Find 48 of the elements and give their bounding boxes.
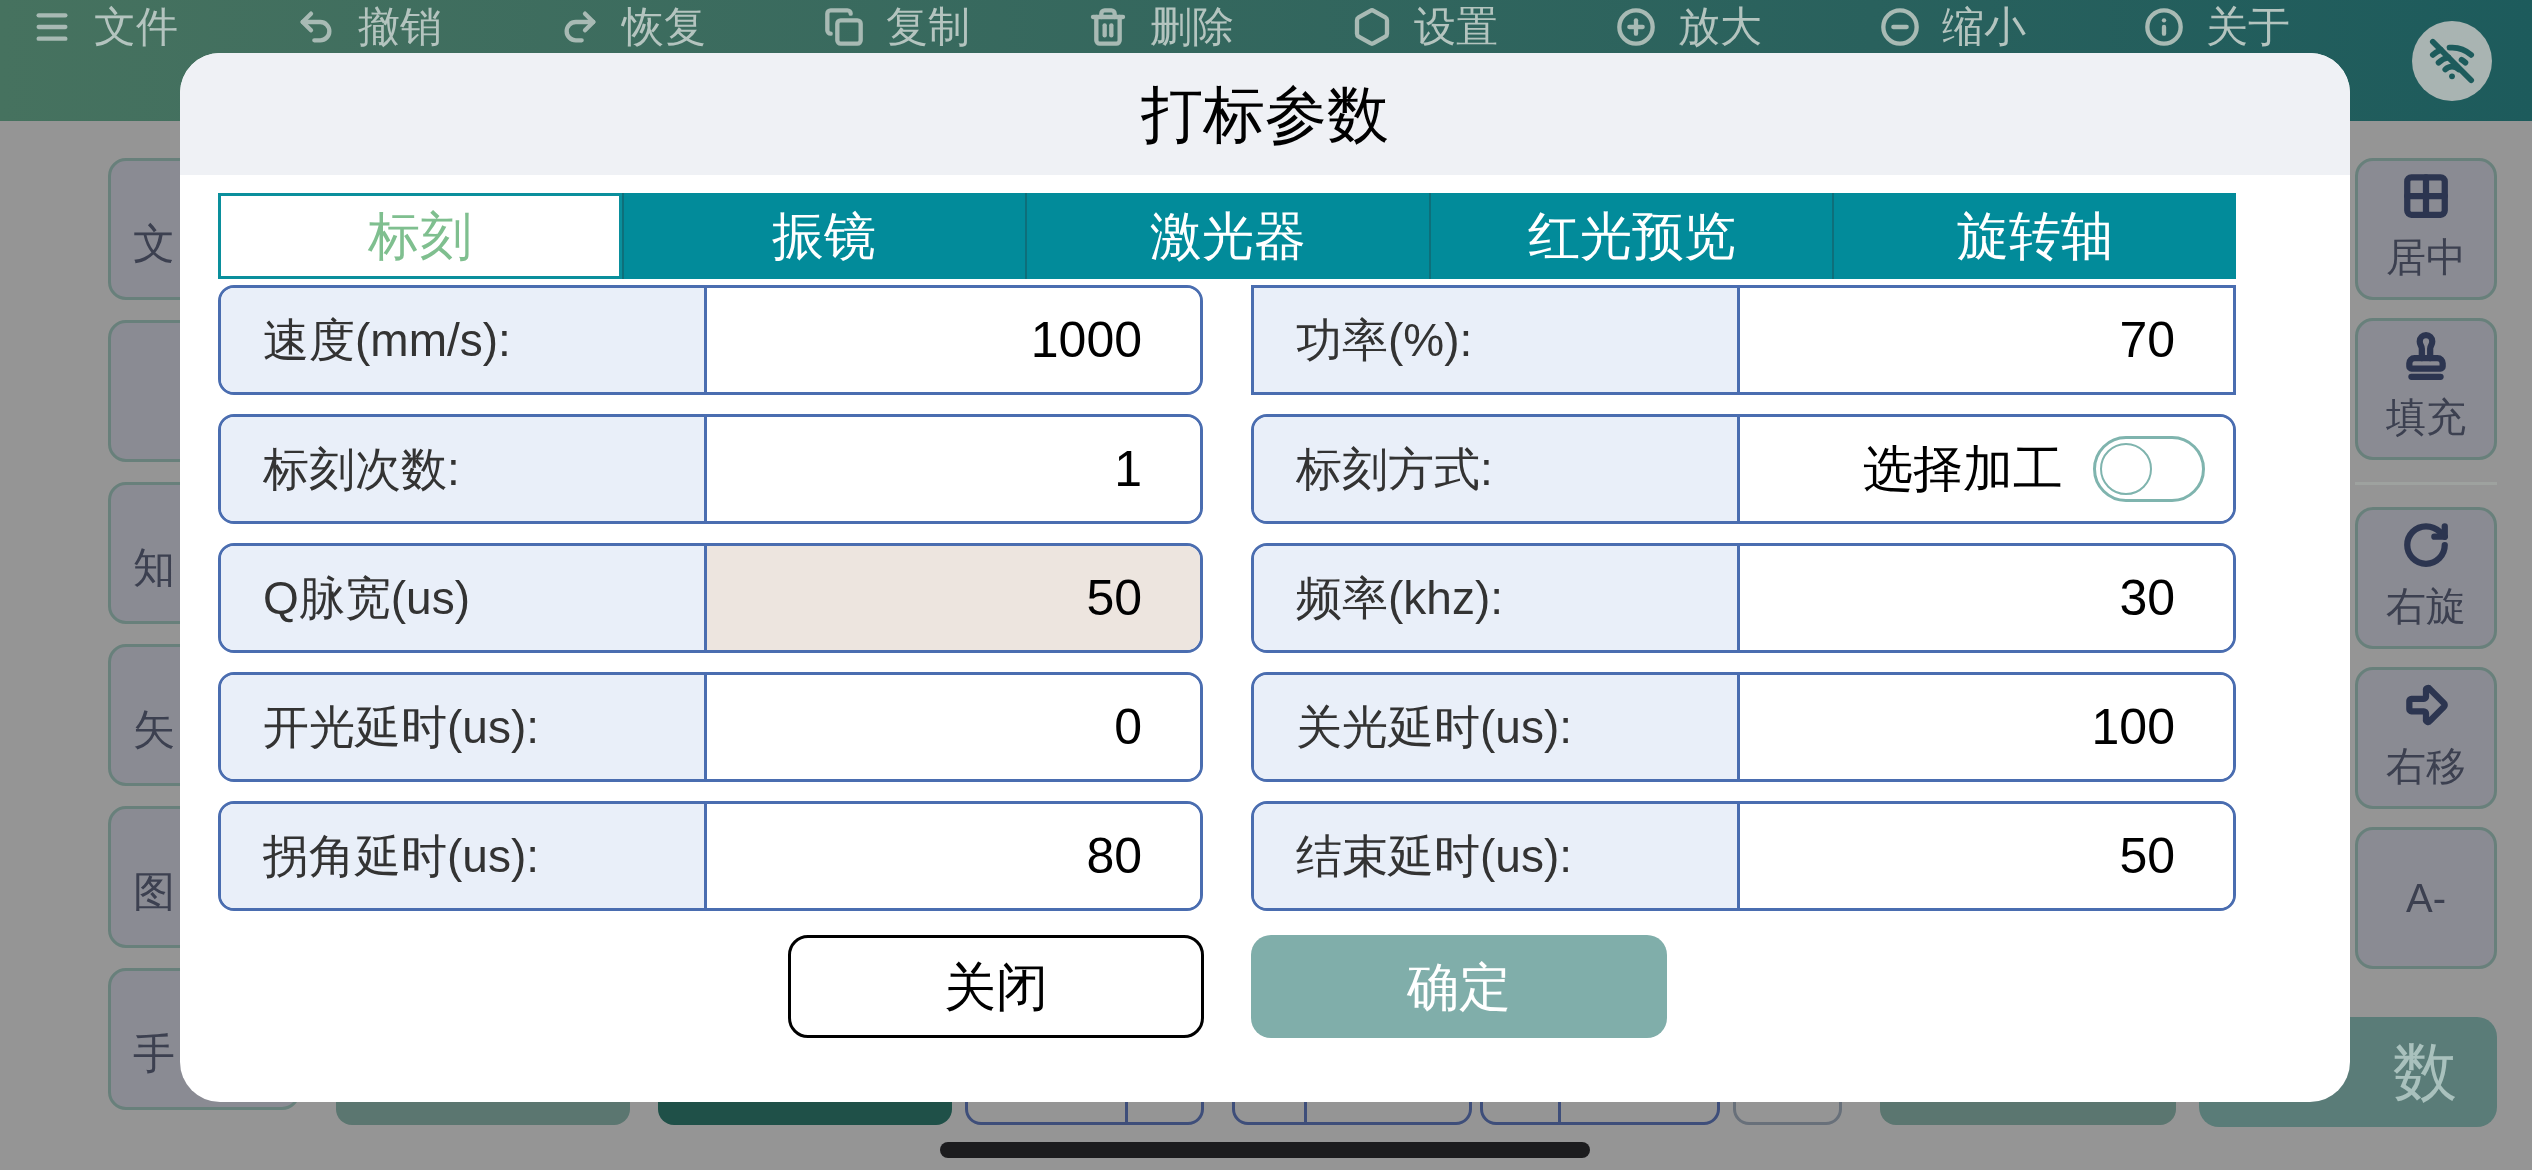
toolbar-item[interactable]: 放大 [1678,6,1762,48]
info-icon [2144,7,2184,47]
settings-icon [1352,7,1392,47]
zoom-out-icon [1880,7,1920,47]
tool-label: 图 [133,867,175,917]
dialog-title: 打标参数 [1141,78,1389,151]
tab[interactable]: 激光器 [1025,193,1429,279]
toolbar-item[interactable]: 缩小 [1942,6,2026,48]
field-label: 开光延时(us): [221,675,707,779]
tab[interactable]: 旋转轴 [1832,193,2236,279]
field-label: 标刻次数: [221,417,707,521]
grid-icon [2401,171,2451,221]
field-label: 关光延时(us): [1254,675,1740,779]
toolbar-item[interactable]: 关于 [2206,6,2290,48]
tab[interactable]: 红光预览 [1428,193,1833,279]
tool-button[interactable]: 填充 [2355,318,2497,460]
field-label: 标刻方式: [1254,417,1740,521]
close-button[interactable]: 关闭 [787,935,1204,1038]
tool-label: 手 [133,1029,175,1079]
toolbar-item[interactable]: 撤销 [358,6,442,48]
toolbar-item[interactable]: 复制 [886,6,970,48]
input-field[interactable]: 50 [707,546,1200,650]
trash-icon [1088,7,1128,47]
tab[interactable]: 振镜 [621,193,1026,279]
zoom-in-icon [1616,7,1656,47]
wifi-off-icon [2429,37,2475,84]
rotate-icon [2401,520,2451,570]
field-label: 结束延时(us): [1254,804,1740,908]
copy-icon [824,7,864,47]
toolbar-item[interactable]: 设置 [1414,6,1498,48]
field-label: 拐角延时(us): [221,804,707,908]
field-label: 功率(%): [1254,288,1740,392]
confirm-button[interactable]: 确定 [1250,935,1667,1038]
toolbar-item[interactable]: 恢复 [622,6,706,48]
toolbar-item[interactable]: 删除 [1150,6,1234,48]
field-label: 速度(mm/s): [221,288,707,392]
tab[interactable]: 标刻 [218,193,622,279]
tool-label: 文 [133,219,175,269]
tool-button[interactable]: A- [2355,827,2497,969]
tool-label: 矢 [133,705,175,755]
field-label: Q脉宽(us) [221,546,707,650]
tool-button[interactable]: 右旋 [2355,507,2497,649]
tool-button[interactable]: 居中 [2355,158,2497,300]
tool-button[interactable]: 右移 [2355,667,2497,809]
tool-label: 知 [133,543,175,593]
toolbar-item[interactable]: 文件 [94,6,178,48]
field-label: 频率(khz): [1254,546,1740,650]
toggle-label: 选择加工 [1863,439,2063,499]
